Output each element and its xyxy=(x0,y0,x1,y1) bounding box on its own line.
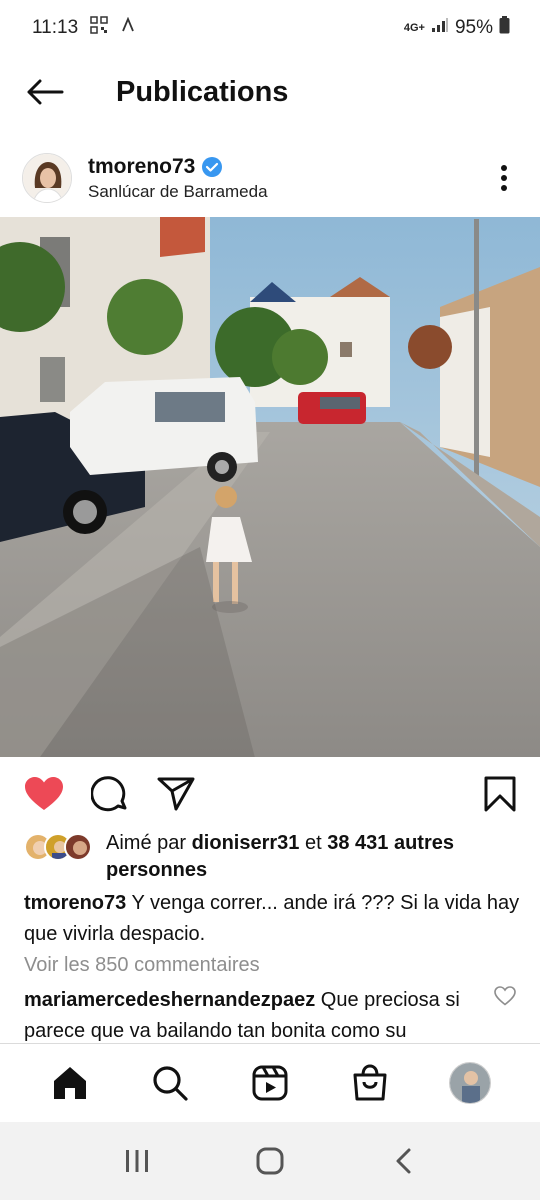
system-nav xyxy=(0,1122,540,1200)
system-home-button[interactable] xyxy=(240,1131,300,1191)
more-vertical-icon xyxy=(501,165,507,191)
post-location[interactable]: Sanlúcar de Barrameda xyxy=(88,182,268,202)
system-back-button[interactable] xyxy=(373,1131,433,1191)
bookmark-icon xyxy=(484,776,516,812)
avatar xyxy=(64,833,92,861)
nav-profile-button[interactable] xyxy=(443,1056,497,1110)
shop-icon xyxy=(353,1064,387,1101)
comment-preview: mariamercedeshernandezpaez Que preciosa … xyxy=(24,985,494,1043)
nav-reels-button[interactable] xyxy=(243,1056,297,1110)
nav-shop-button[interactable] xyxy=(343,1056,397,1110)
reels-icon xyxy=(252,1065,288,1101)
author-avatar[interactable] xyxy=(22,153,72,203)
more-options-button[interactable] xyxy=(484,153,524,203)
post-image[interactable] xyxy=(0,217,540,757)
status-time: 11:13 xyxy=(32,17,79,38)
home-icon xyxy=(54,1067,86,1099)
signal-icon xyxy=(431,17,449,39)
post-header: tmoreno73 Sanlúcar de Barrameda xyxy=(0,140,540,216)
recents-button[interactable] xyxy=(107,1131,167,1191)
profile-avatar xyxy=(449,1062,491,1104)
search-icon xyxy=(153,1066,188,1101)
author-meta: tmoreno73 Sanlúcar de Barrameda xyxy=(88,155,268,202)
comment-icon xyxy=(91,776,127,812)
qr-code-icon xyxy=(90,16,108,40)
save-button[interactable] xyxy=(478,772,522,816)
likes-summary[interactable]: Aimé par dioniserr31 et 38 431 autres pe… xyxy=(24,830,524,884)
likes-connector: et xyxy=(299,832,328,854)
author-username[interactable]: tmoreno73 xyxy=(88,155,195,179)
post-actions xyxy=(0,768,540,820)
share-button[interactable] xyxy=(154,772,198,816)
recents-icon xyxy=(125,1150,148,1172)
nav-search-button[interactable] xyxy=(143,1056,197,1110)
caption-username[interactable]: tmoreno73 xyxy=(24,892,126,914)
arrow-left-icon xyxy=(27,79,64,105)
comment-like-button[interactable] xyxy=(494,986,518,1010)
comment-button[interactable] xyxy=(88,772,132,816)
likes-prefix: Aimé par xyxy=(106,832,192,854)
navigation-icon xyxy=(120,16,136,39)
liker-username[interactable]: dioniserr31 xyxy=(192,832,300,854)
comment-username[interactable]: mariamercedeshernandezpaez xyxy=(24,989,315,1011)
page-title: Publications xyxy=(116,75,289,108)
like-button[interactable] xyxy=(22,772,66,816)
share-icon xyxy=(157,777,195,811)
bottom-nav xyxy=(0,1044,540,1122)
back-chevron-icon xyxy=(396,1148,411,1174)
view-comments-link[interactable]: Voir les 850 commentaires xyxy=(24,954,260,977)
network-type: 4G+ xyxy=(403,22,425,34)
nav-home-button[interactable] xyxy=(43,1056,97,1110)
status-bar: 11:13 4G+ 95% xyxy=(0,0,540,56)
home-circle-icon xyxy=(256,1147,284,1175)
battery-level: 95% xyxy=(454,17,493,38)
liker-avatars xyxy=(24,833,92,861)
heart-icon xyxy=(25,777,63,810)
top-nav: Publications xyxy=(0,56,540,128)
likes-text: Aimé par dioniserr31 et 38 431 autres pe… xyxy=(106,830,524,884)
verified-badge-icon xyxy=(202,156,223,177)
back-button[interactable] xyxy=(0,56,90,128)
heart-outline-icon xyxy=(494,986,516,1006)
post-caption: tmoreno73 Y venga correr... ande irá ???… xyxy=(24,888,520,950)
battery-icon xyxy=(499,16,510,40)
